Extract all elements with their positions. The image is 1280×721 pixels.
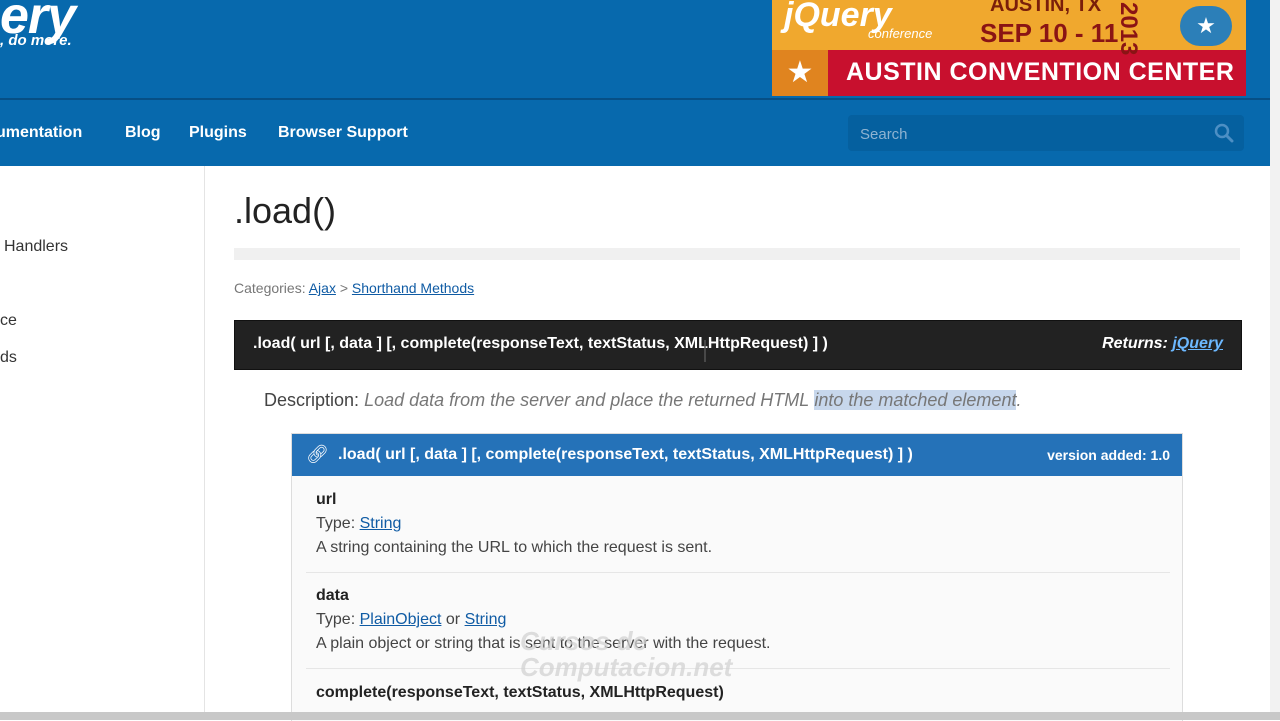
- sidebar-item-ce[interactable]: ce: [0, 312, 17, 330]
- category-ajax-link[interactable]: Ajax: [309, 280, 336, 296]
- banner-dates: SEP 10 - 11: [980, 18, 1119, 48]
- texas-icon: ★: [1180, 6, 1232, 46]
- window-edge: [1270, 0, 1280, 720]
- sidebar-item-ds[interactable]: ds: [0, 349, 17, 367]
- sidebar-item-handlers[interactable]: Handlers: [4, 238, 68, 256]
- description-text: Load data from the server and place the …: [364, 390, 810, 410]
- categories-breadcrumb: Categories: Ajax > Shorthand Methods: [234, 280, 474, 296]
- title-divider: [234, 248, 1240, 260]
- param-divider: [306, 668, 1170, 669]
- watermark-line2: Computacion.net: [520, 652, 733, 682]
- type-string-link[interactable]: String: [465, 611, 507, 628]
- param-complete-name: complete(responseText, textStatus, XMLHt…: [316, 684, 724, 701]
- type-plainobject-link[interactable]: PlainObject: [360, 611, 442, 628]
- star-icon: ★: [786, 56, 814, 89]
- logo-tagline: , do more.: [0, 32, 72, 49]
- conference-banner[interactable]: ★ jQuery conference AUSTIN, TX SEP 10 - …: [772, 0, 1246, 96]
- param-data-name: data: [316, 587, 349, 604]
- param-divider: [306, 572, 1170, 573]
- page-title: .load(): [234, 190, 337, 231]
- param-data-type: Type: PlainObject or String: [316, 611, 506, 629]
- param-url-type: Type: String: [316, 515, 401, 533]
- nav-documentation[interactable]: umentation: [0, 124, 82, 142]
- banner-city: AUSTIN, TX: [990, 0, 1102, 16]
- description-end: .: [1016, 390, 1022, 410]
- nav-plugins[interactable]: Plugins: [189, 124, 247, 142]
- param-url-desc: A string containing the URL to which the…: [316, 539, 713, 556]
- search-input[interactable]: [858, 115, 1202, 153]
- description: Description: Load data from the server a…: [264, 390, 1021, 411]
- entry-signature: .load( url [, data ] [, complete(respons…: [338, 446, 913, 463]
- type-label: Type:: [316, 515, 356, 532]
- watermark-line1: Cursos de: [520, 626, 648, 656]
- method-signature: .load( url [, data ] [, complete(respons…: [253, 335, 828, 352]
- version-added: version added: 1.0: [1047, 447, 1170, 463]
- sidebar: Handlers ce ds: [0, 166, 205, 720]
- text-cursor-icon: [704, 340, 706, 362]
- description-label: Description:: [264, 390, 360, 410]
- param-url-name: url: [316, 491, 337, 508]
- bottom-scrollbar[interactable]: [0, 712, 1280, 720]
- category-shorthand-link[interactable]: Shorthand Methods: [352, 280, 474, 296]
- category-separator: >: [339, 280, 349, 296]
- method-signature-bar: .load( url [, data ] [, complete(respons…: [234, 320, 1242, 370]
- banner-venue: AUSTIN CONVENTION CENTER: [846, 58, 1235, 86]
- search-box: [848, 115, 1244, 153]
- watermark: Cursos de Computacion.net: [520, 628, 732, 680]
- type-join: or: [445, 611, 461, 628]
- banner-conference-label: conference: [868, 26, 933, 41]
- type-label: Type:: [316, 611, 356, 628]
- nav-blog[interactable]: Blog: [125, 124, 161, 142]
- categories-label: Categories:: [234, 280, 306, 296]
- returns: Returns: jQuery: [1102, 335, 1223, 353]
- site-header: ery , do more. ★ jQuery conference AUSTI…: [0, 0, 1270, 100]
- signature-entry: 🔗︎ .load( url [, data ] [, complete(resp…: [291, 433, 1183, 721]
- search-icon[interactable]: [1214, 123, 1234, 143]
- returns-type-link[interactable]: jQuery: [1172, 335, 1223, 352]
- description-highlighted-text: into the matched element: [814, 390, 1017, 410]
- main-nav: umentation Blog Plugins Browser Support: [0, 100, 1270, 166]
- link-icon[interactable]: 🔗︎: [306, 444, 329, 465]
- type-string-link[interactable]: String: [360, 515, 402, 532]
- banner-year: 2013: [1115, 2, 1142, 56]
- returns-label: Returns:: [1102, 335, 1168, 352]
- nav-browser-support[interactable]: Browser Support: [278, 124, 408, 142]
- entry-header: 🔗︎ .load( url [, data ] [, complete(resp…: [292, 434, 1182, 476]
